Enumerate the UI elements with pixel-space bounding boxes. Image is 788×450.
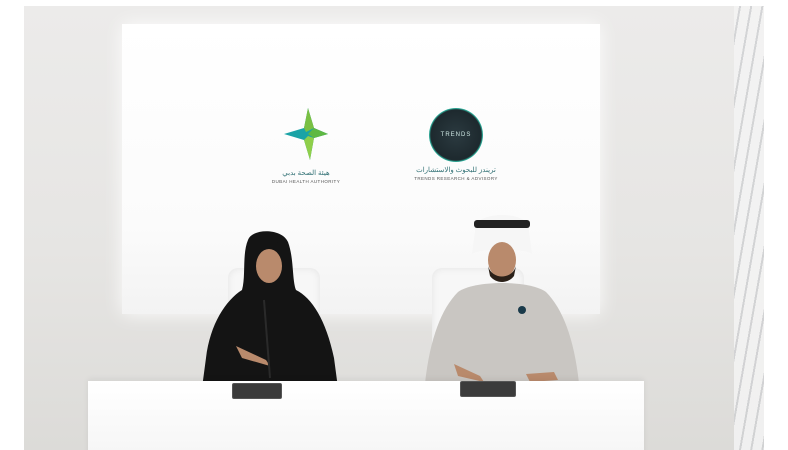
person-right — [414, 214, 584, 394]
dha-arabic-text: هيئة الصحة بدبي — [282, 170, 330, 177]
dha-english-text: DUBAI HEALTH AUTHORITY — [271, 179, 341, 184]
dha-logo: هيئة الصحة بدبي DUBAI HEALTH AUTHORITY — [226, 108, 386, 184]
tablet-left — [232, 383, 282, 399]
trends-logo: TRENDS تريندز للبحوث والاستشارات TRENDS … — [386, 108, 526, 181]
tablet-right — [460, 381, 516, 397]
signing-table — [88, 381, 644, 450]
wall-panel — [734, 6, 764, 450]
trends-word: TRENDS — [440, 132, 472, 138]
image-frame: هيئة الصحة بدبي DUBAI HEALTH AUTHORITY T… — [0, 0, 788, 450]
person-left — [196, 228, 346, 388]
dha-logo-icon — [284, 108, 328, 160]
trends-arabic-text: تريندز للبحوث والاستشارات — [416, 167, 496, 174]
photo: هيئة الصحة بدبي DUBAI HEALTH AUTHORITY T… — [24, 6, 764, 450]
trends-logo-icon: TRENDS — [429, 108, 483, 162]
trends-english-text: TRENDS RESEARCH & ADVISORY — [414, 176, 498, 181]
